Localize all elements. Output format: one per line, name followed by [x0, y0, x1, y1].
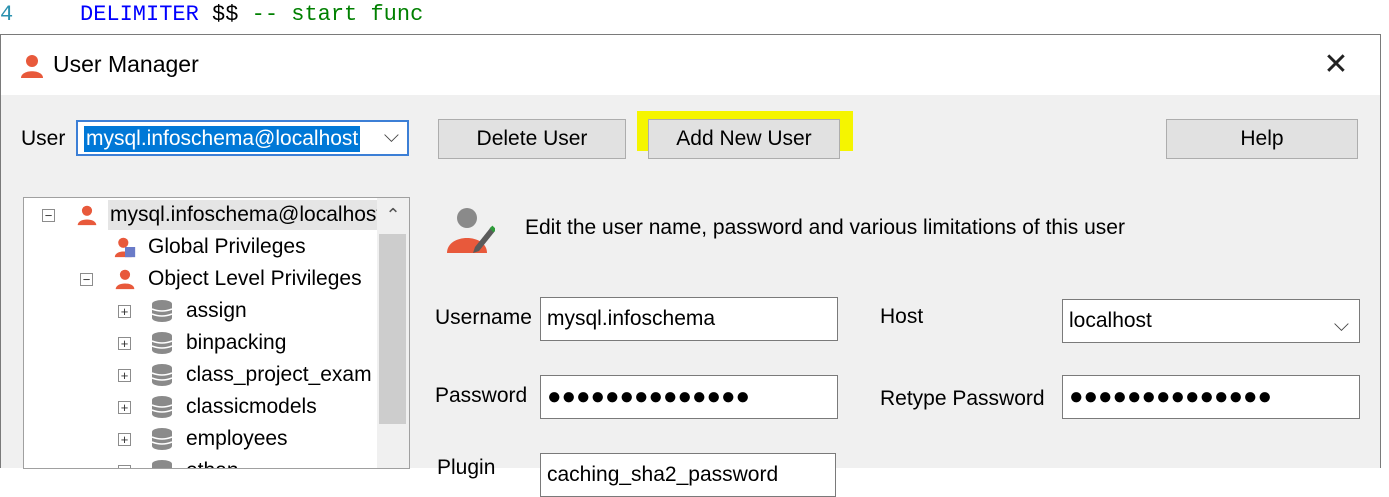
edit-user-icon	[447, 208, 495, 253]
user-label: User	[21, 127, 66, 150]
user-select[interactable]: mysql.infoschema@localhost ⌵	[76, 120, 409, 156]
retype-password-label: Retype Password	[880, 387, 1045, 410]
chevron-down-icon: ⌵	[1333, 314, 1349, 336]
scroll-up-icon[interactable]: ⌃	[377, 198, 409, 232]
collapse-icon[interactable]: −	[80, 273, 93, 286]
database-icon	[152, 460, 172, 468]
global-privileges-icon	[114, 237, 136, 258]
help-button[interactable]: Help	[1166, 119, 1358, 159]
tree-item-label: Global Privileges	[148, 235, 306, 258]
close-button[interactable]: ✕	[1316, 47, 1356, 83]
editor-code-line: 4 DELIMITER $$ -- start func	[0, 0, 1389, 30]
code-keyword: DELIMITER $$ -- start func	[80, 2, 424, 27]
expand-icon[interactable]: +	[118, 401, 131, 414]
user-tree[interactable]: − mysql.infoschema@localhost Global Priv…	[23, 197, 410, 469]
collapse-icon[interactable]: −	[42, 209, 55, 222]
username-input[interactable]: mysql.infoschema	[540, 297, 838, 341]
tree-item-label: ethan	[186, 456, 239, 468]
expand-icon[interactable]: +	[118, 337, 131, 350]
user-icon	[77, 205, 97, 226]
tree-item-root[interactable]: − mysql.infoschema@localhost	[24, 200, 385, 230]
add-new-user-button[interactable]: Add New User	[648, 119, 840, 159]
retype-password-input[interactable]: ●●●●●●●●●●●●●●	[1062, 375, 1360, 419]
tree-item-label: employees	[186, 427, 288, 450]
username-label: Username	[435, 306, 532, 329]
database-icon	[151, 428, 173, 450]
password-label: Password	[435, 384, 528, 407]
delete-user-button[interactable]: Delete User	[438, 119, 626, 159]
database-icon	[151, 300, 173, 322]
user-select-value: mysql.infoschema@localhost	[84, 126, 361, 152]
code-comment: -- start func	[251, 2, 424, 27]
expand-icon[interactable]: +	[118, 433, 131, 446]
user-manager-dialog: User Manager ✕ User mysql.infoschema@loc…	[0, 34, 1381, 497]
tree-item-label: mysql.infoschema@localhost	[108, 200, 385, 230]
expand-icon[interactable]: +	[118, 465, 131, 468]
tree-item-label: classicmodels	[186, 395, 317, 418]
password-input[interactable]: ●●●●●●●●●●●●●●	[540, 375, 838, 419]
host-select-value: localhost	[1069, 309, 1152, 332]
window-title: User Manager	[53, 51, 199, 77]
line-number: 4	[0, 2, 14, 27]
chevron-down-icon: ⌵	[383, 125, 399, 147]
database-icon	[151, 396, 173, 418]
tree-scrollbar[interactable]: ⌃	[377, 198, 409, 468]
expand-icon[interactable]: +	[118, 305, 131, 318]
database-icon	[151, 332, 173, 354]
plugin-label: Plugin	[437, 456, 496, 479]
tree-item-label: Object Level Privileges	[148, 267, 362, 290]
user-icon	[21, 55, 43, 78]
title-bar: User Manager ✕	[1, 35, 1380, 95]
host-select[interactable]: localhost ⌵	[1062, 299, 1360, 343]
tree-item-label: class_project_exam	[186, 363, 372, 386]
database-icon	[151, 364, 173, 386]
tree-item-label: binpacking	[186, 331, 287, 354]
tree-item-label: assign	[186, 299, 247, 322]
scroll-thumb[interactable]	[379, 234, 406, 424]
code-text: $$	[198, 2, 252, 27]
plugin-select[interactable]: caching_sha2_password	[540, 453, 836, 497]
expand-icon[interactable]: +	[118, 369, 131, 382]
host-label: Host	[880, 305, 924, 328]
panel-description: Edit the user name, password and various…	[525, 216, 1125, 239]
user-icon	[115, 269, 135, 290]
